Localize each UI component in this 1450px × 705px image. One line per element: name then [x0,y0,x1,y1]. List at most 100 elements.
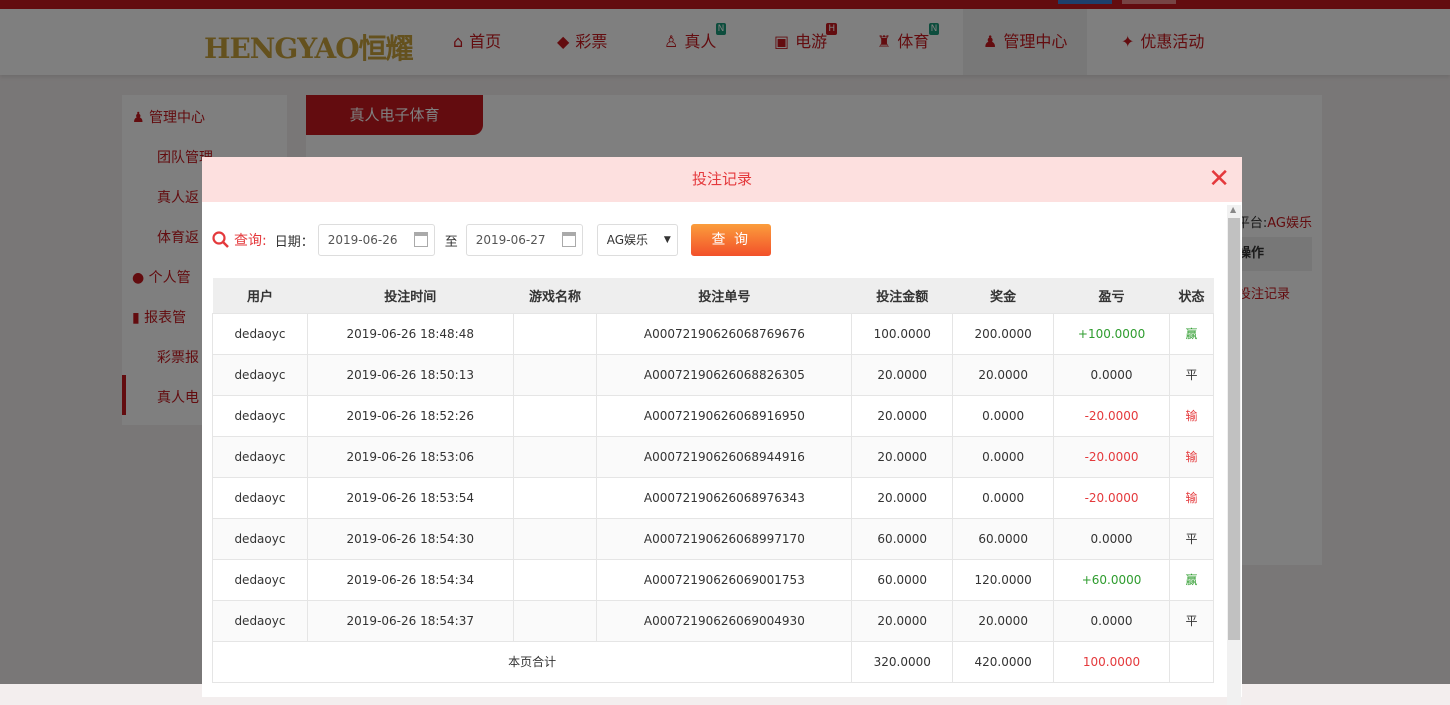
table-cell: 20.0000 [952,353,1055,396]
column-header: 游戏名称 [513,278,597,313]
table-cell: A00072190626068944916 [596,435,853,478]
table-cell: A00072190626068916950 [596,394,853,437]
to-label: 至 [444,234,458,250]
scrollbar[interactable]: ▲ [1227,205,1241,705]
table-cell: 200.0000 [952,312,1055,355]
table-cell [512,312,598,355]
scroll-up-icon[interactable]: ▲ [1230,205,1236,214]
query-label: 查询: [234,233,267,249]
table-cell: 120.0000 [952,558,1055,601]
table-cell: 20.0000 [851,435,954,478]
table-cell: 2019-06-26 18:54:30 [306,517,514,560]
table-cell: -20.0000 [1053,435,1170,478]
table-cell: 20.0000 [851,599,954,642]
close-icon[interactable]: ✕ [1208,157,1230,202]
search-button[interactable]: 查 询 [690,224,771,256]
table-cell: dedaoyc [212,435,308,478]
table-cell [1169,640,1214,683]
modal-title: 投注记录 [691,170,752,188]
date-label: 日期： [274,234,314,250]
table-cell: +100.0000 [1053,312,1170,355]
table-cell: dedaoyc [212,599,308,642]
table-cell: 赢 [1169,558,1214,601]
table-cell: 2019-06-26 18:53:54 [306,476,514,519]
table-cell [512,558,598,601]
table-cell: 平 [1169,599,1214,642]
table-cell: 60.0000 [851,517,954,560]
table-cell [512,353,598,396]
table-cell: A00072190626068997170 [596,517,853,560]
date-from-input[interactable]: 2019-06-26 [317,224,435,256]
table-cell: 2019-06-26 18:52:26 [306,394,514,437]
table-cell: dedaoyc [212,394,308,437]
table-cell: dedaoyc [212,353,308,396]
table-cell: +60.0000 [1053,558,1170,601]
table-cell: 0.0000 [952,435,1055,478]
table-cell: 0.0000 [952,476,1055,519]
table-row: dedaoyc 2019-06-26 18:54:37 A0007219062606… [212,599,1214,642]
column-header: 用户 [212,278,308,313]
table-cell: 2019-06-26 18:54:34 [306,558,514,601]
table-cell: 0.0000 [1053,353,1170,396]
table-cell: 2019-06-26 18:48:48 [306,312,514,355]
table-cell [512,517,598,560]
table-row: dedaoyc 2019-06-26 18:53:54 A0007219062606… [212,476,1214,519]
table-row: dedaoyc 2019-06-26 18:53:06 A0007219062606… [212,435,1214,478]
table-cell: A00072190626069004930 [596,599,853,642]
table-cell: 输 [1169,394,1214,437]
table-cell: 输 [1169,476,1214,519]
table-cell: dedaoyc [212,312,308,355]
table-cell: 0.0000 [952,394,1055,437]
column-header: 投注时间 [307,278,514,313]
search-icon [212,231,229,248]
table-cell: 20.0000 [851,394,954,437]
table-cell: A00072190626068769676 [596,312,853,355]
bet-record-modal: 投注记录 ✕ 查询: 日期： 2019-06-26 至 2019-06-27 AG… [202,157,1242,705]
query-toolbar: 查询: 日期： 2019-06-26 至 2019-06-27 AG娱乐 ▼ 查 … [212,224,771,256]
total-label: 本页合计 [211,640,853,683]
table-cell [512,435,598,478]
table-cell: 0.0000 [1053,517,1170,560]
table-cell: 2019-06-26 18:50:13 [306,353,514,396]
table-cell: 100.0000 [851,312,954,355]
table-row: dedaoyc 2019-06-26 18:50:13 A0007219062606… [212,353,1214,396]
calendar-icon[interactable] [413,232,428,247]
total-row: 本页合计 320.0000 420.0000 100.0000 [211,640,1214,683]
column-header: 投注金额 [851,278,953,313]
table-row: dedaoyc 2019-06-26 18:52:26 A0007219062606… [212,394,1214,437]
table-cell: -20.0000 [1053,476,1170,519]
table-cell: 输 [1169,435,1214,478]
table-cell: 赢 [1169,312,1214,355]
column-header: 盈亏 [1053,278,1170,313]
date-to-input[interactable]: 2019-06-27 [465,224,583,256]
table-cell: 平 [1169,517,1214,560]
table-cell: dedaoyc [212,558,308,601]
table-cell: 60.0000 [851,558,954,601]
table-row: dedaoyc 2019-06-26 18:54:30 A0007219062606… [212,517,1214,560]
column-header: 奖金 [952,278,1054,313]
table-row: dedaoyc 2019-06-26 18:54:34 A0007219062606… [212,558,1214,601]
table-cell: 2019-06-26 18:53:06 [306,435,514,478]
table-cell [512,394,598,437]
modal-header: 投注记录 ✕ [202,157,1242,202]
table-cell: 20.0000 [952,599,1055,642]
calendar-icon[interactable] [561,232,576,247]
table-cell: A00072190626069001753 [596,558,853,601]
table-cell: 20.0000 [851,476,954,519]
table-cell: A00072190626068826305 [596,353,853,396]
table-cell: 2019-06-26 18:54:37 [306,599,514,642]
table-cell: 60.0000 [952,517,1055,560]
table-cell: 0.0000 [1053,599,1170,642]
column-header: 投注单号 [596,278,852,313]
scrollbar-thumb[interactable] [1228,218,1240,640]
table-cell: 平 [1169,353,1214,396]
platform-select[interactable]: AG娱乐 ▼ [596,224,678,256]
table-cell: dedaoyc [212,517,308,560]
table-cell: dedaoyc [212,476,308,519]
total-prize: 420.0000 [952,640,1055,683]
table-row: dedaoyc 2019-06-26 18:48:48 A0007219062606… [212,312,1214,355]
table-cell [512,476,598,519]
bet-table: 用户 投注时间 游戏名称 投注单号 投注金额 奖金 盈亏 状态 dedaoyc 2019-06-… [211,278,1214,683]
chevron-down-icon: ▼ [663,235,671,245]
table-cell: 20.0000 [851,353,954,396]
